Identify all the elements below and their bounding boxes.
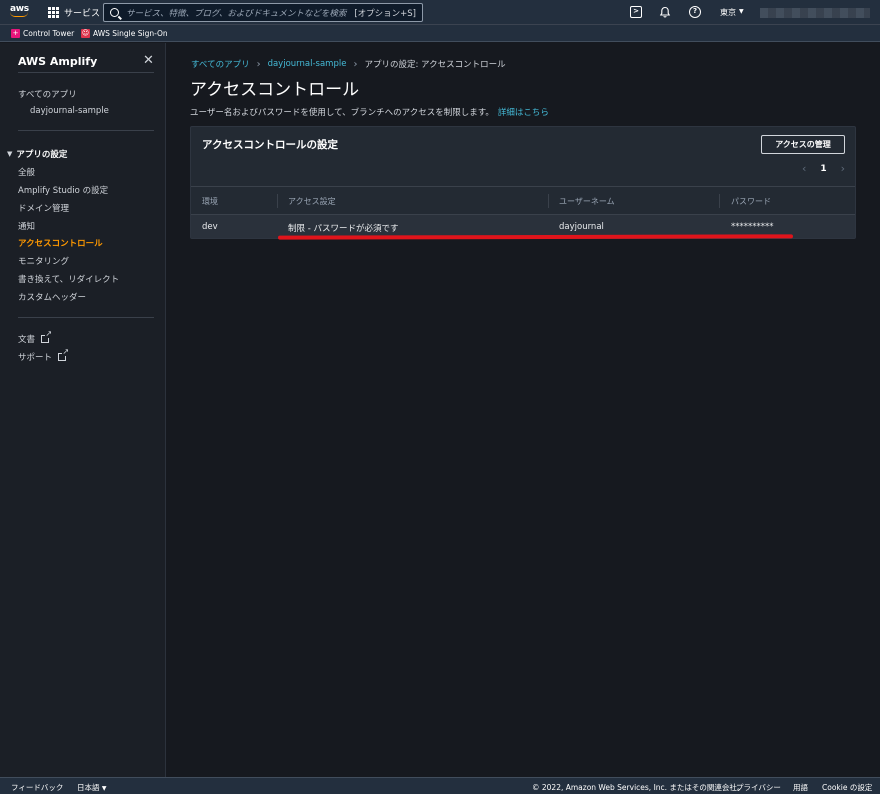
divider	[18, 317, 154, 318]
panel-title: アクセスコントロールの設定	[202, 139, 338, 151]
search-placeholder: サービス、特徴、ブログ、およびドキュメントなどを検索	[126, 8, 347, 19]
cell-password: **********	[731, 222, 774, 232]
sidebar-item-docs[interactable]: 文書	[18, 330, 53, 345]
access-control-panel: アクセスコントロールの設定 アクセスの管理 ‹ 1 › 環境 アクセス設定 ユー…	[190, 126, 856, 239]
cell-access: 制限 - パスワードが必須です	[288, 224, 399, 234]
services-menu-button[interactable]: サービス	[48, 6, 100, 19]
external-link-icon	[58, 348, 70, 361]
chevron-left-icon[interactable]: ‹	[802, 162, 806, 175]
region-selector[interactable]: 東京 ▼	[720, 7, 744, 18]
aws-logo-text: aws	[10, 4, 29, 14]
aws-logo[interactable]: aws	[10, 4, 32, 21]
divider	[18, 72, 154, 73]
sso-icon: ☺	[81, 29, 90, 38]
favorites-bar: + Control Tower ☺ AWS Single Sign-On	[0, 25, 880, 42]
cell-environment: dev	[202, 222, 218, 232]
sidebar-item-monitoring[interactable]: モニタリング	[18, 255, 69, 267]
column-divider	[548, 194, 549, 208]
page-description: ユーザー名およびパスワードを使用して、ブランチへのアクセスを制限します。 詳細はこ…	[190, 106, 549, 118]
docs-label: 文書	[18, 335, 36, 345]
privacy-link[interactable]: プライバシー	[736, 782, 781, 793]
sidebar-item-support[interactable]: サポート	[18, 348, 70, 363]
sidebar-item-studio-settings[interactable]: Amplify Studio の設定	[18, 184, 108, 196]
caret-down-icon: ▼	[7, 150, 13, 158]
cell-username: dayjournal	[559, 222, 604, 232]
language-selector[interactable]: 日本語 ▼	[77, 782, 107, 793]
help-icon[interactable]: ?	[689, 6, 701, 18]
column-divider	[719, 194, 720, 208]
bell-icon[interactable]	[659, 6, 671, 18]
description-text: ユーザー名およびパスワードを使用して、ブランチへのアクセスを制限します。	[190, 108, 494, 118]
breadcrumb-all-apps[interactable]: すべてのアプリ	[191, 58, 250, 70]
column-header-password[interactable]: パスワード	[731, 196, 771, 207]
search-icon	[110, 8, 119, 17]
account-menu[interactable]	[760, 8, 870, 18]
learn-more-link[interactable]: 詳細はこちら	[498, 108, 549, 118]
top-navigation: aws サービス サービス、特徴、ブログ、およびドキュメントなどを検索 [オプシ…	[0, 0, 880, 25]
column-header-environment[interactable]: 環境	[202, 196, 218, 207]
favorite-control-tower[interactable]: + Control Tower	[11, 29, 74, 38]
external-link-icon	[41, 330, 53, 343]
manage-access-button[interactable]: アクセスの管理	[761, 135, 845, 154]
page-title: アクセスコントロール	[190, 80, 360, 100]
close-icon[interactable]: ✕	[143, 54, 154, 67]
breadcrumb-app[interactable]: dayjournal-sample	[268, 59, 347, 69]
cloudshell-icon[interactable]: >	[630, 6, 642, 18]
divider	[18, 130, 154, 131]
language-label: 日本語	[77, 783, 100, 792]
search-input[interactable]: サービス、特徴、ブログ、およびドキュメントなどを検索 [オプション+S]	[103, 3, 423, 22]
sidebar: AWS Amplify ✕ すべてのアプリ dayjournal-sample …	[0, 43, 166, 777]
favorite-label: Control Tower	[23, 29, 75, 38]
services-label: サービス	[64, 9, 101, 19]
sidebar-item-rewrites[interactable]: 書き換えて、リダイレクト	[18, 273, 119, 285]
favorite-label: AWS Single Sign-On	[93, 29, 168, 38]
cookie-settings-link[interactable]: Cookie の設定	[822, 782, 872, 793]
search-shortcut: [オプション+S]	[354, 8, 416, 19]
support-label: サポート	[18, 353, 53, 363]
feedback-link[interactable]: フィードバック	[11, 782, 63, 793]
control-tower-icon: +	[11, 29, 20, 38]
breadcrumb: すべてのアプリ › dayjournal-sample › アプリの設定: アク…	[191, 58, 506, 71]
sidebar-group-app-settings[interactable]: ▼ アプリの設定	[7, 148, 67, 160]
column-divider	[277, 194, 278, 208]
page-number[interactable]: 1	[820, 164, 826, 174]
sidebar-item-all-apps[interactable]: すべてのアプリ	[18, 88, 77, 100]
sidebar-item-general[interactable]: 全般	[18, 166, 35, 178]
favorite-sso[interactable]: ☺ AWS Single Sign-On	[81, 29, 168, 38]
sidebar-item-notifications[interactable]: 通知	[18, 220, 35, 232]
caret-down-icon: ▼	[101, 785, 107, 792]
table-header: 環境 アクセス設定 ユーザーネーム パスワード	[191, 186, 855, 214]
breadcrumb-current: アプリの設定: アクセスコントロール	[364, 60, 506, 70]
footer: フィードバック 日本語 ▼ © 2022, Amazon Web Service…	[0, 777, 880, 794]
chevron-right-icon: ›	[353, 58, 358, 70]
chevron-down-icon: ▼	[739, 8, 744, 15]
sidebar-group-label: アプリの設定	[16, 150, 68, 160]
pagination: ‹ 1 ›	[802, 162, 845, 175]
column-header-access[interactable]: アクセス設定	[288, 196, 336, 207]
sidebar-item-access-control[interactable]: アクセスコントロール	[18, 237, 103, 249]
copyright-text: © 2022, Amazon Web Services, Inc. またはその関…	[532, 783, 745, 792]
region-label: 東京	[720, 8, 736, 17]
column-header-username[interactable]: ユーザーネーム	[559, 196, 615, 207]
terms-link[interactable]: 用語	[793, 782, 808, 793]
sidebar-item-app[interactable]: dayjournal-sample	[30, 106, 109, 116]
chevron-right-icon: ›	[256, 58, 261, 70]
chevron-right-icon[interactable]: ›	[841, 162, 845, 175]
sidebar-item-domain[interactable]: ドメイン管理	[18, 202, 69, 214]
sidebar-title: AWS Amplify	[18, 55, 98, 68]
grid-icon	[48, 7, 59, 18]
sidebar-item-custom-headers[interactable]: カスタムヘッダー	[18, 291, 86, 303]
